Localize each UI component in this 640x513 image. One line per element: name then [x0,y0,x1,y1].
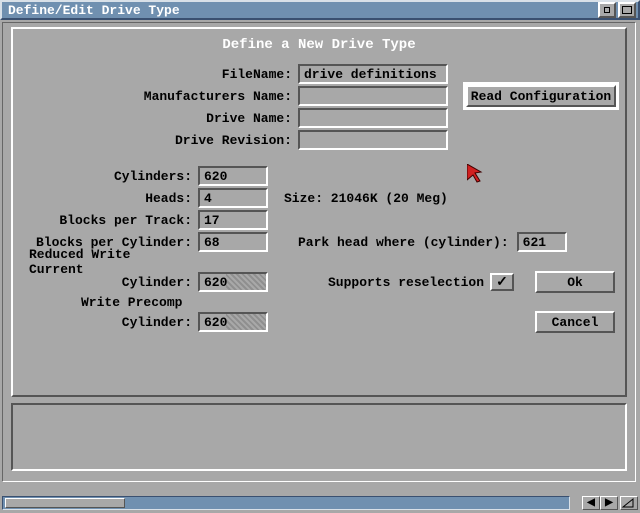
rev-field[interactable] [298,130,448,150]
resel-label: Supports reselection [328,275,484,290]
titlebar[interactable]: Define/Edit Drive Type [0,0,640,20]
bpt-field[interactable]: 17 [198,210,268,230]
rwc-label1: Reduced Write Current [13,247,198,277]
titlebar-sys [598,2,636,18]
depth-gadget[interactable] [598,2,616,18]
mfr-field[interactable] [298,86,448,106]
ok-button[interactable]: Ok [535,271,615,293]
h-scrollbar[interactable] [2,496,570,510]
rev-label: Drive Revision: [13,133,298,148]
size-text: Size: 21046K (20 Meg) [284,191,448,206]
wp-field[interactable]: 620 [198,312,268,332]
bpt-label: Blocks per Track: [13,213,198,228]
park-field[interactable]: 621 [517,232,567,252]
window: Define/Edit Drive Type Define a New Driv… [0,0,640,512]
heads-label: Heads: [13,191,198,206]
wp-label2: Cylinder: [13,315,198,330]
cyl-field[interactable]: 620 [198,166,268,186]
park-label: Park head where (cylinder): [298,235,509,250]
scroll-left-icon[interactable]: ◀ [582,496,600,510]
heads-field[interactable]: 4 [198,188,268,208]
drivename-field[interactable] [298,108,448,128]
h-scroll-thumb[interactable] [5,498,125,508]
cancel-button[interactable]: Cancel [535,311,615,333]
rwc-field[interactable]: 620 [198,272,268,292]
cyl-label: Cylinders: [13,169,198,184]
bpc-field[interactable]: 68 [198,232,268,252]
scroll-right-icon[interactable]: ▶ [600,496,618,510]
panel-heading: Define a New Drive Type [13,29,625,63]
window-title: Define/Edit Drive Type [8,3,180,18]
read-config-button[interactable]: Read Configuration [466,85,616,107]
wp-label1: Write Precomp [13,295,198,310]
rwc-label2: Cylinder: [13,275,198,290]
main-panel: Define a New Drive Type FileName: drive … [11,27,627,397]
client-area: Define a New Drive Type FileName: drive … [2,22,636,482]
filename-field[interactable]: drive definitions [298,64,448,84]
filename-label: FileName: [13,67,298,82]
resel-checkbox[interactable]: ✓ [490,273,514,291]
lower-panel [11,403,627,471]
drivename-label: Drive Name: [13,111,298,126]
zoom-gadget[interactable] [618,2,636,18]
mfr-label: Manufacturers Name: [13,89,298,104]
size-gadget[interactable] [620,496,638,510]
